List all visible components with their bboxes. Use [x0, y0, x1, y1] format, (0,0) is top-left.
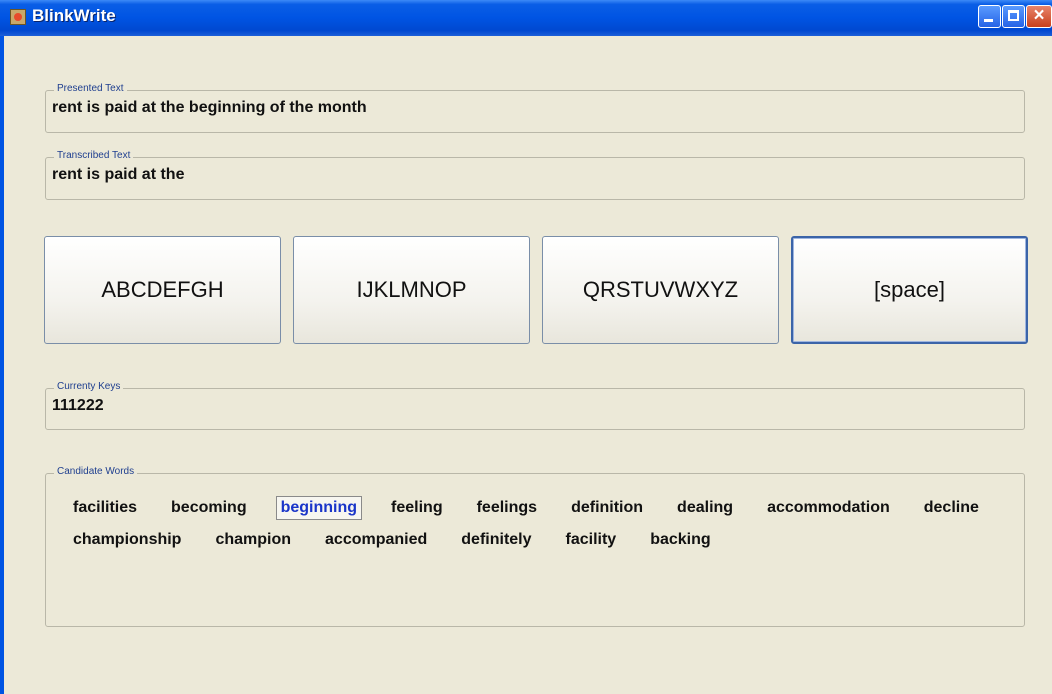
transcribed-text-label: Transcribed Text [54, 150, 134, 161]
candidate-word[interactable]: accompanied [320, 528, 432, 552]
key-qrstuvwxyz-button[interactable]: QRSTUVWXYZ [542, 236, 779, 344]
candidate-word[interactable]: feeling [386, 496, 448, 520]
candidate-word[interactable]: accommodation [762, 496, 895, 520]
candidate-word[interactable]: dealing [672, 496, 738, 520]
candidate-word[interactable]: facilities [68, 496, 142, 520]
transcribed-text-group: Transcribed Text rent is paid at the [45, 150, 1025, 200]
presented-text-label: Presented Text [54, 83, 127, 94]
candidate-word[interactable]: champion [210, 528, 296, 552]
minimize-icon [984, 19, 993, 22]
key-space-button[interactable]: [space] [791, 236, 1028, 344]
maximize-button[interactable] [1002, 5, 1025, 28]
candidate-words-label: Candidate Words [54, 466, 138, 477]
window-frame-left [0, 36, 4, 694]
key-abcdefgh-button[interactable]: ABCDEFGH [44, 236, 281, 344]
close-button[interactable]: × [1026, 5, 1052, 28]
minimize-button[interactable] [978, 5, 1001, 28]
presented-text-value: rent is paid at the beginning of the mon… [52, 99, 367, 116]
close-icon: × [1033, 5, 1045, 26]
java-app-icon [10, 9, 26, 25]
candidate-word[interactable]: backing [645, 528, 715, 552]
candidate-word[interactable]: facility [561, 528, 622, 552]
candidate-word[interactable]: decline [919, 496, 984, 520]
candidate-row: championship champion accompanied defini… [68, 524, 1008, 556]
title-bar: BlinkWrite × [0, 0, 1052, 36]
candidate-word[interactable]: definitely [456, 528, 536, 552]
candidate-words-group: Candidate Words facilities becoming begi… [45, 466, 1025, 627]
candidate-word-list: facilities becoming beginning feeling fe… [68, 492, 1008, 556]
candidate-word[interactable]: feelings [472, 496, 542, 520]
maximize-icon [1008, 10, 1019, 21]
presented-text-group: Presented Text rent is paid at the begin… [45, 83, 1025, 133]
candidate-word[interactable]: championship [68, 528, 186, 552]
key-ijklmnop-button[interactable]: IJKLMNOP [293, 236, 530, 344]
current-keys-value: 111222 [52, 397, 104, 414]
transcribed-text-value: rent is paid at the [52, 166, 185, 183]
window-title: BlinkWrite [32, 6, 116, 25]
candidate-word[interactable]: definition [566, 496, 648, 520]
candidate-word[interactable]: becoming [166, 496, 252, 520]
candidate-word-selected[interactable]: beginning [275, 496, 363, 520]
candidate-row: facilities becoming beginning feeling fe… [68, 492, 1008, 524]
current-keys-group: Currenty Keys 111222 [45, 381, 1025, 430]
current-keys-label: Currenty Keys [54, 381, 124, 392]
